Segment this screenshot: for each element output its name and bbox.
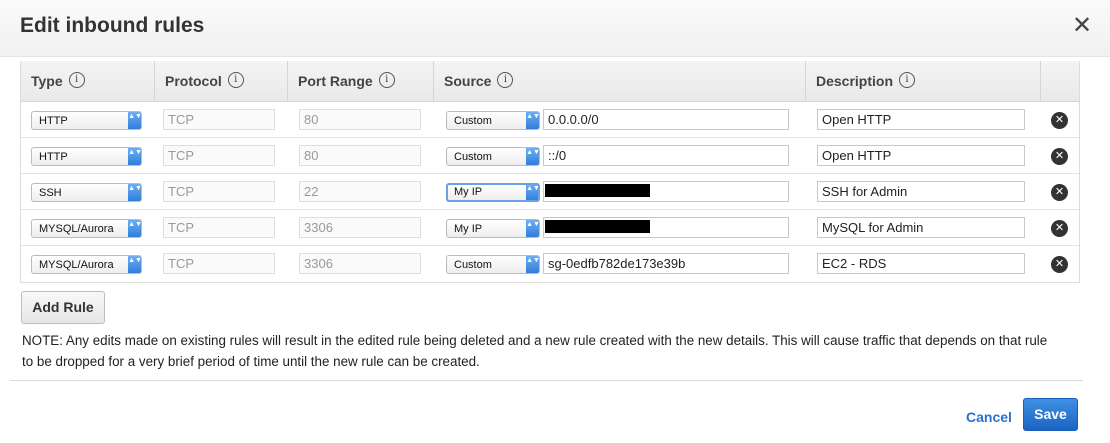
type-select[interactable]: HTTP ▲▼ [31, 111, 142, 130]
source-value-input[interactable]: 0.0.0.0/0 [543, 109, 789, 130]
protocol-field: TCP [163, 217, 275, 238]
table-header: Type i Protocol i Port Range i Source i Desc… [21, 61, 1079, 102]
info-icon[interactable]: i [227, 72, 244, 89]
select-arrows-icon: ▲▼ [128, 112, 141, 129]
source-type-select[interactable]: Custom ▲▼ [446, 111, 540, 130]
type-select[interactable]: HTTP ▲▼ [31, 147, 142, 166]
source-type-select[interactable]: Custom ▲▼ [446, 255, 540, 274]
type-select[interactable]: MYSQL/Aurora ▲▼ [31, 219, 142, 238]
source-type-select[interactable]: My IP ▲▼ [446, 183, 540, 202]
dialog-header: Edit inbound rules ✕ [0, 0, 1110, 57]
inbound-rules-table: Type i Protocol i Port Range i Source i Desc… [20, 61, 1080, 283]
table-row: HTTP ▲▼ TCP 80 Custom ▲▼ ::/0 Open HTTP ✕ [21, 138, 1079, 174]
port-range-field: 3306 [299, 253, 421, 274]
info-icon[interactable]: i [899, 72, 916, 89]
column-header-description: Description i [805, 61, 1040, 101]
add-rule-button[interactable]: Add Rule [21, 291, 105, 324]
select-arrows-icon: ▲▼ [128, 148, 141, 165]
select-arrows-icon: ▲▼ [526, 220, 539, 237]
source-type-select[interactable]: My IP ▲▼ [446, 219, 540, 238]
description-input[interactable]: Open HTTP [817, 145, 1025, 166]
table-row: MYSQL/Aurora ▲▼ TCP 3306 My IP ▲▼ MySQL fo… [21, 210, 1079, 246]
port-range-field: 22 [299, 181, 421, 202]
info-icon[interactable]: i [68, 72, 85, 89]
delete-rule-icon[interactable]: ✕ [1051, 256, 1068, 273]
footer-divider [10, 380, 1083, 381]
redaction-block [545, 220, 650, 233]
close-icon[interactable]: ✕ [1070, 12, 1094, 40]
info-icon[interactable]: i [378, 72, 395, 89]
column-header-source: Source i [433, 61, 805, 101]
description-input[interactable]: EC2 - RDS [817, 253, 1025, 274]
cancel-link[interactable]: Cancel [966, 409, 1012, 425]
save-button[interactable]: Save [1023, 398, 1078, 431]
port-range-field: 80 [299, 109, 421, 130]
delete-rule-icon[interactable]: ✕ [1051, 220, 1068, 237]
select-arrows-icon: ▲▼ [526, 148, 539, 165]
description-input[interactable]: Open HTTP [817, 109, 1025, 130]
type-select[interactable]: SSH ▲▼ [31, 183, 142, 202]
table-row: SSH ▲▼ TCP 22 My IP ▲▼ SSH for Admin ✕ [21, 174, 1079, 210]
type-select[interactable]: MYSQL/Aurora ▲▼ [31, 255, 142, 274]
note-text: NOTE: Any edits made on existing rules w… [22, 333, 1048, 369]
select-arrows-icon: ▲▼ [526, 256, 539, 273]
table-row: MYSQL/Aurora ▲▼ TCP 3306 Custom ▲▼ sg-0edf… [21, 246, 1079, 281]
delete-rule-icon[interactable]: ✕ [1051, 184, 1068, 201]
select-arrows-icon: ▲▼ [128, 184, 141, 201]
source-value-input[interactable]: ::/0 [543, 145, 789, 166]
column-header-port-range: Port Range i [287, 61, 433, 101]
table-row: HTTP ▲▼ TCP 80 Custom ▲▼ 0.0.0.0/0 Open HT… [21, 102, 1079, 138]
source-type-select[interactable]: Custom ▲▼ [446, 147, 540, 166]
column-header-actions [1040, 61, 1079, 101]
column-header-protocol: Protocol i [154, 61, 287, 101]
dialog-title: Edit inbound rules [20, 14, 205, 37]
protocol-field: TCP [163, 145, 275, 166]
redaction-block [545, 184, 650, 197]
select-arrows-icon: ▲▼ [526, 112, 539, 129]
select-arrows-icon: ▲▼ [128, 256, 141, 273]
info-icon[interactable]: i [497, 72, 514, 89]
port-range-field: 80 [299, 145, 421, 166]
description-input[interactable]: SSH for Admin [817, 181, 1025, 202]
column-header-type: Type i [21, 61, 154, 101]
source-value-input[interactable] [543, 217, 789, 238]
description-input[interactable]: MySQL for Admin [817, 217, 1025, 238]
source-value-input[interactable] [543, 181, 789, 202]
delete-rule-icon[interactable]: ✕ [1051, 112, 1068, 129]
delete-rule-icon[interactable]: ✕ [1051, 148, 1068, 165]
protocol-field: TCP [163, 253, 275, 274]
select-arrows-icon: ▲▼ [526, 185, 538, 200]
protocol-field: TCP [163, 109, 275, 130]
source-value-input[interactable]: sg-0edfb782de173e39b [543, 253, 789, 274]
protocol-field: TCP [163, 181, 275, 202]
select-arrows-icon: ▲▼ [128, 220, 141, 237]
port-range-field: 3306 [299, 217, 421, 238]
